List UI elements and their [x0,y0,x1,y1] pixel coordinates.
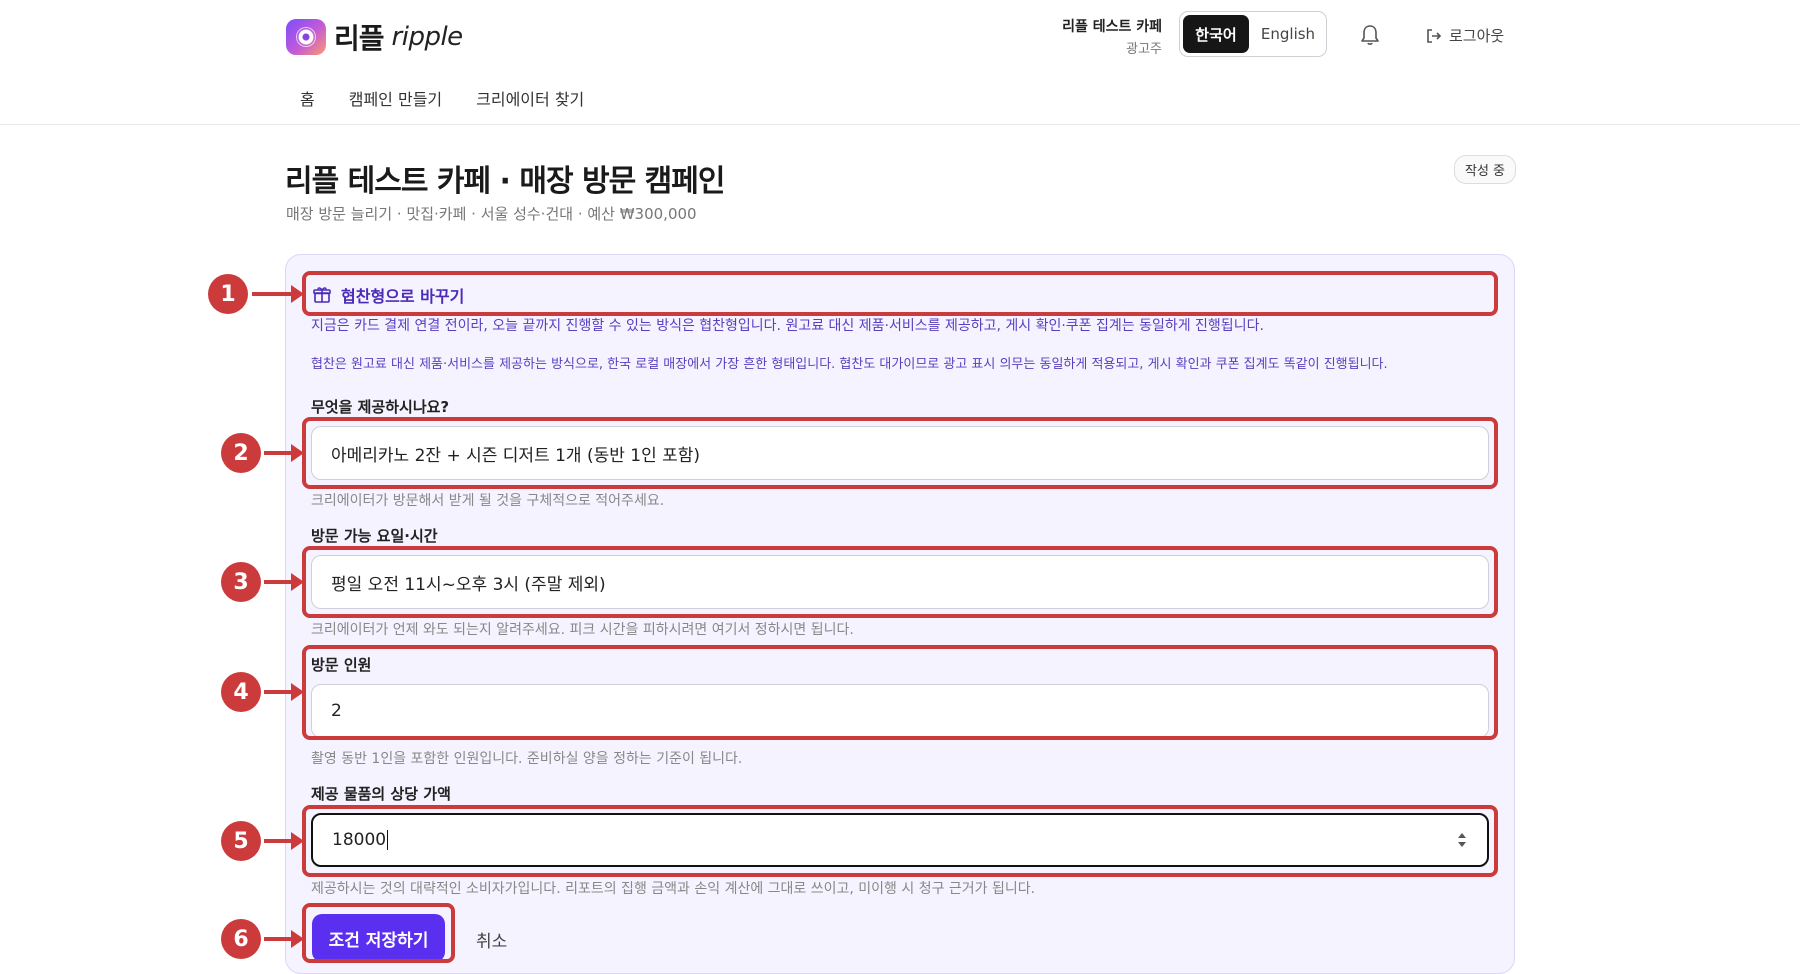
callout-highlight-5 [302,805,1498,877]
brand-name-ko: 리플 [334,22,385,55]
callout-arrow-2 [264,444,304,462]
nav-home[interactable]: 홈 [300,86,315,110]
schedule-help: 크리에이터가 언제 와도 되는지 알려주세요. 피크 시간을 피하시려면 여기서… [311,622,854,638]
callout-highlight-1 [302,271,1498,316]
cancel-button[interactable]: 취소 [476,927,507,952]
callout-highlight-3 [302,546,1498,618]
brand-logo[interactable]: 리플 ripple [286,17,463,57]
callout-arrow-4 [264,683,304,701]
sponsorship-explanation: 협찬은 원고료 대신 제품·서비스를 제공하는 방식으로, 한국 로컬 매장에서… [311,357,1388,372]
account-role: 광고주 [1126,42,1162,57]
schedule-label: 방문 가능 요일·시간 [311,527,438,545]
headcount-help: 촬영 동반 1인을 포함한 인원입니다. 준비하실 양을 정하는 기준이 됩니다… [311,751,743,767]
callout-marker-3: 3 [221,562,261,602]
value-amount-label: 제공 물품의 상당 가액 [311,785,451,803]
page-subtitle: 매장 방문 늘리기 · 맛집·카페 · 서울 성수·건대 · 예산 ₩300,0… [286,205,697,223]
callout-highlight-6 [302,903,455,963]
callout-marker-1: 1 [208,274,248,314]
callout-arrow-1 [252,285,304,303]
callout-marker-2: 2 [221,433,261,473]
callout-highlight-2 [302,417,1498,489]
page-title: 리플 테스트 카페 · 매장 방문 캠페인 [285,164,725,199]
bell-icon[interactable] [1360,24,1380,46]
language-korean-button[interactable]: 한국어 [1183,15,1249,53]
account-info: 리플 테스트 카페 광고주 [1062,16,1162,57]
callout-arrow-3 [264,573,304,591]
offer-help: 크리에이터가 방문해서 받게 될 것을 구체적으로 적어주세요. [311,493,665,509]
sponsorship-notice: 지금은 카드 결제 연결 전이라, 오늘 끝까지 진행할 수 있는 방식은 협찬… [311,318,1264,334]
callout-arrow-5 [264,832,304,850]
logout-icon [1427,28,1442,43]
value-amount-help: 제공하시는 것의 대략적인 소비자가입니다. 리포트의 집행 금액과 손익 계산… [311,881,1036,897]
status-badge: 작성 중 [1454,155,1517,184]
ripple-logo-icon [286,19,326,55]
top-header: 리플 ripple 리플 테스트 카페 광고주 한국어 English 로그아웃… [0,0,1800,125]
language-english-button[interactable]: English [1253,15,1323,53]
callout-marker-5: 5 [221,821,261,861]
nav-find-creators[interactable]: 크리에이터 찾기 [476,86,584,110]
nav-create-campaign[interactable]: 캠페인 만들기 [349,86,442,110]
account-name: 리플 테스트 카페 [1062,19,1162,35]
callout-marker-4: 4 [221,672,261,712]
callout-marker-6: 6 [221,919,261,959]
callout-highlight-4 [302,645,1498,740]
offer-label: 무엇을 제공하시나요? [311,398,450,416]
logout-button[interactable]: 로그아웃 [1425,25,1504,46]
logout-label: 로그아웃 [1449,27,1505,45]
language-toggle: 한국어 English [1179,11,1327,57]
main-nav: 홈 캠페인 만들기 크리에이터 찾기 [300,86,584,110]
callout-arrow-6 [264,930,304,948]
brand-name-en: ripple [391,22,464,52]
